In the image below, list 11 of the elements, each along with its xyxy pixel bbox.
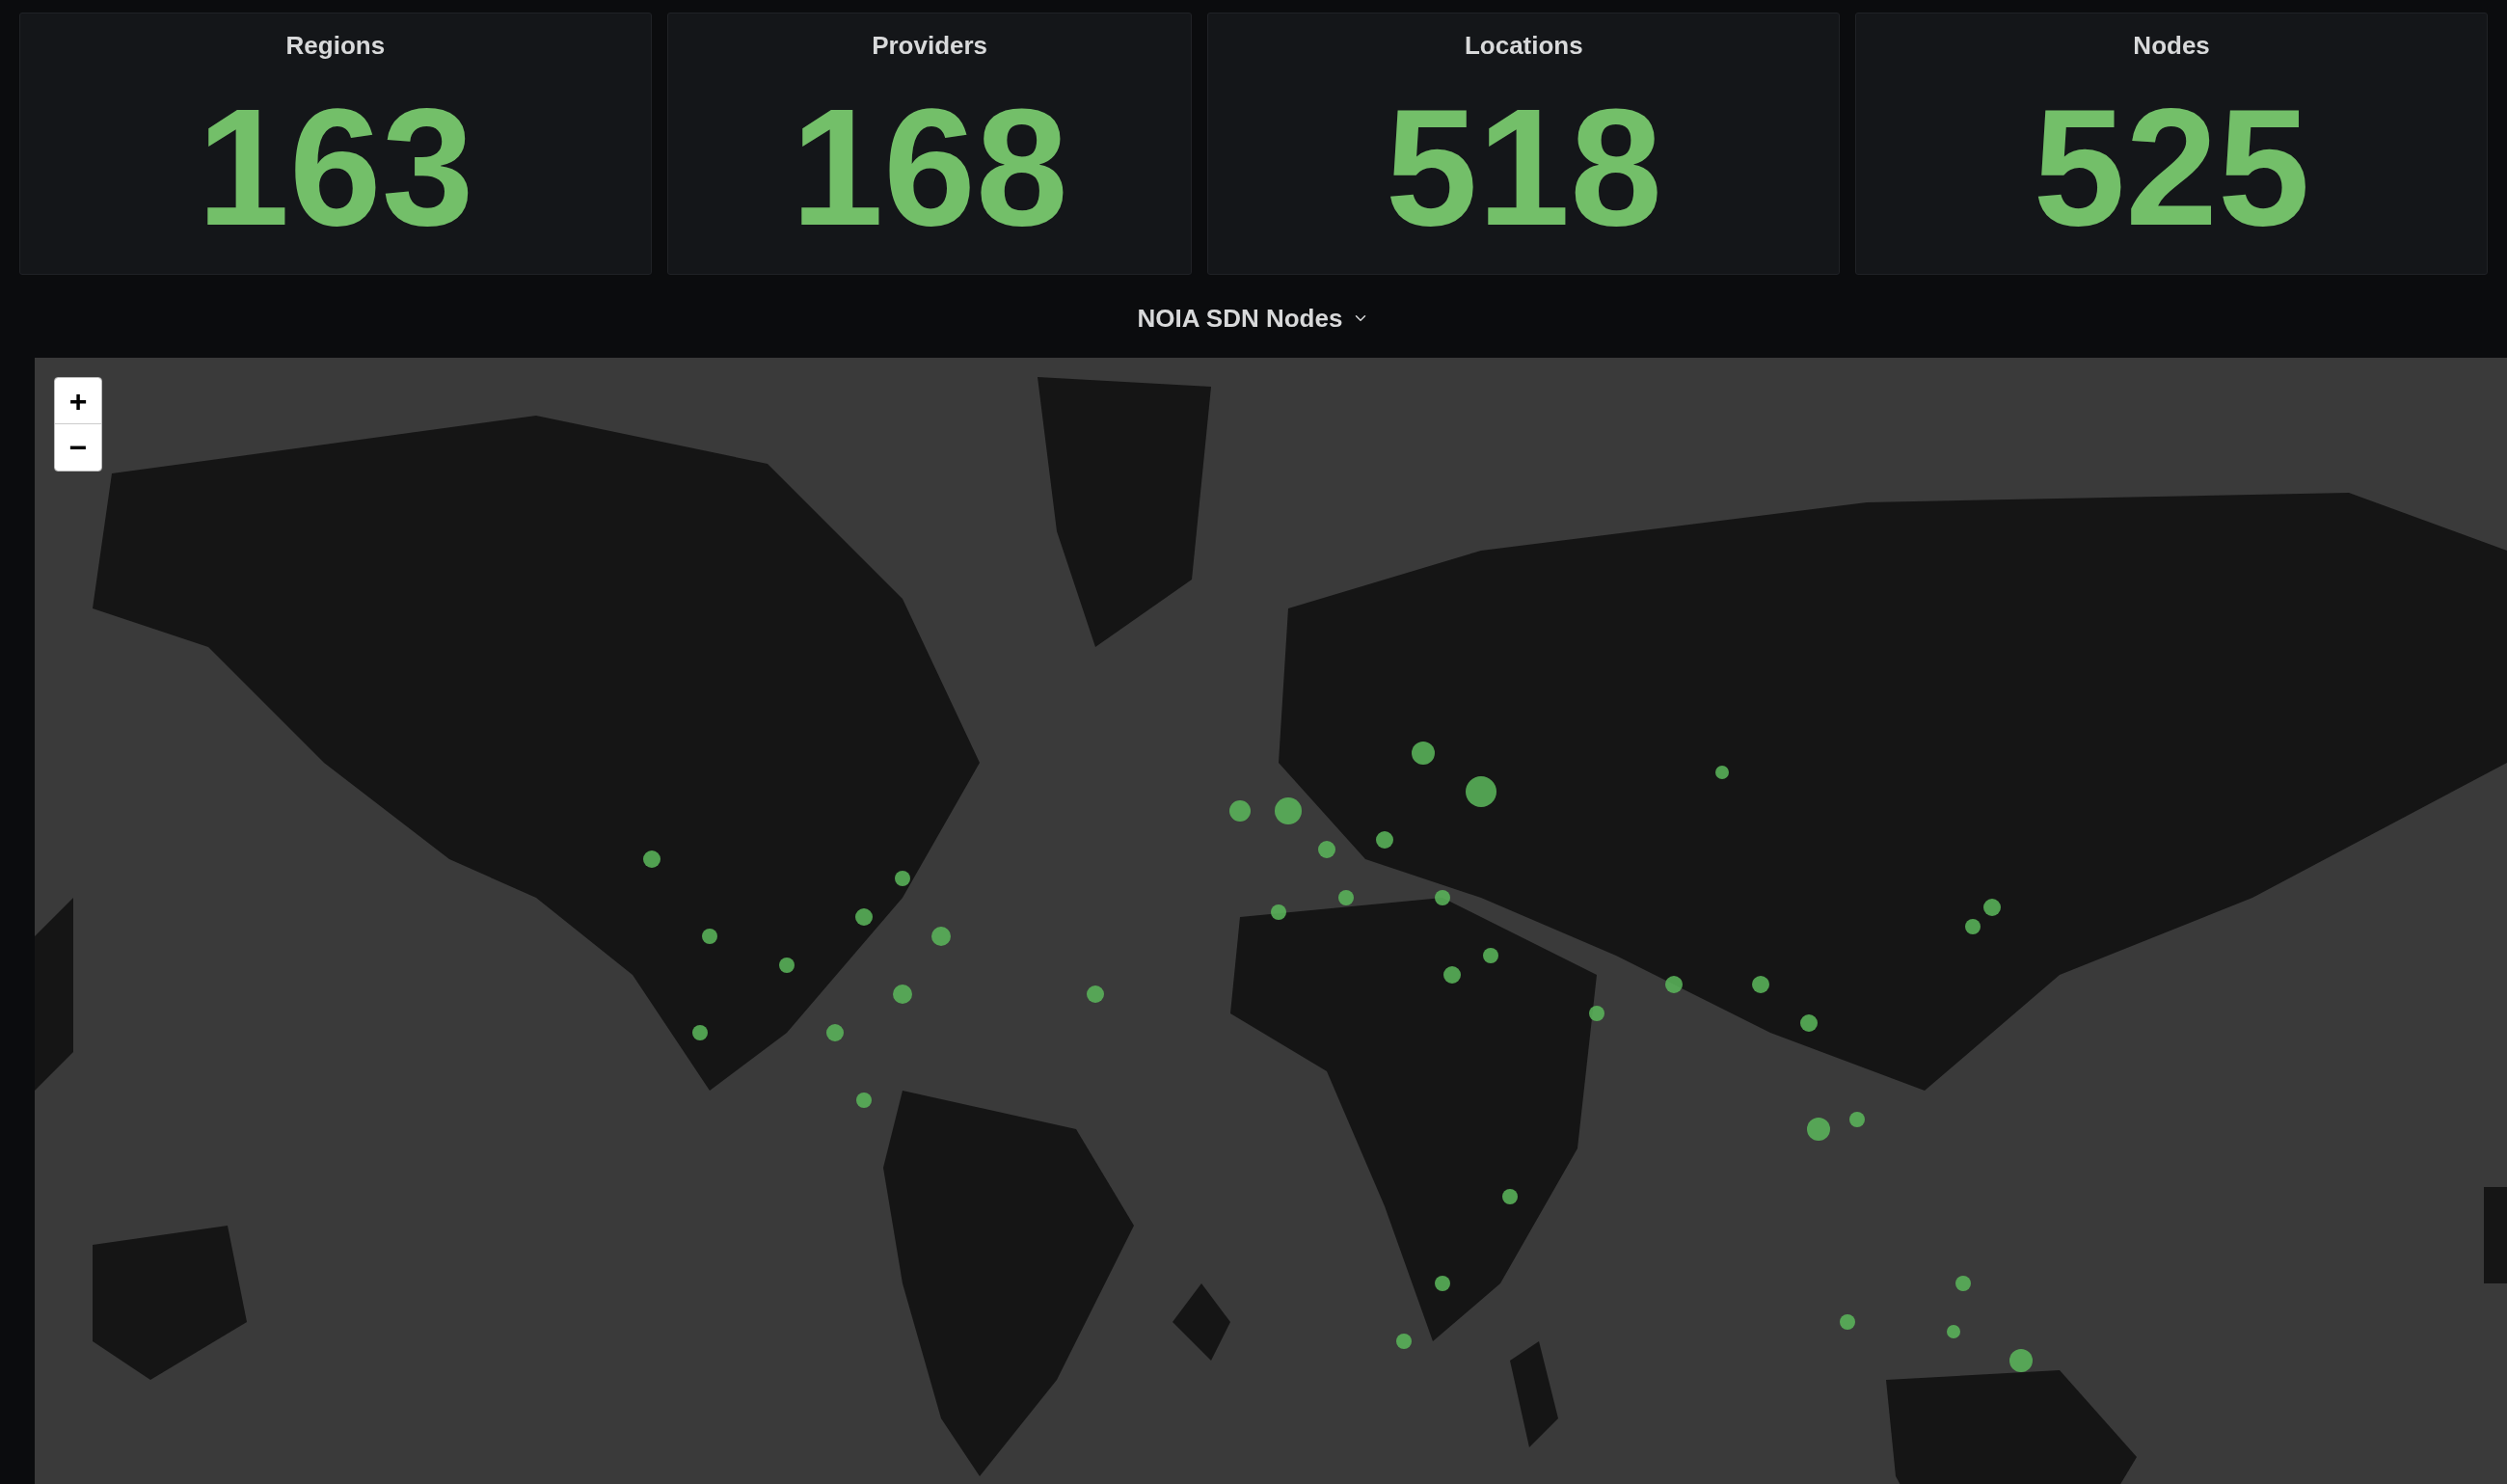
stat-value: 163 <box>197 84 474 250</box>
stat-value: 168 <box>791 84 1068 250</box>
stat-title: Providers <box>872 30 988 62</box>
stat-title: Nodes <box>2133 30 2210 62</box>
stat-value: 518 <box>1385 84 1662 250</box>
panel-title[interactable]: NOIA SDN Nodes <box>1137 299 1370 337</box>
stat-title: Locations <box>1464 30 1583 62</box>
zoom-out-button[interactable]: − <box>55 424 101 471</box>
zoom-in-button[interactable]: + <box>55 378 101 424</box>
stat-value: 525 <box>2033 84 2310 250</box>
stat-title: Regions <box>285 30 386 62</box>
